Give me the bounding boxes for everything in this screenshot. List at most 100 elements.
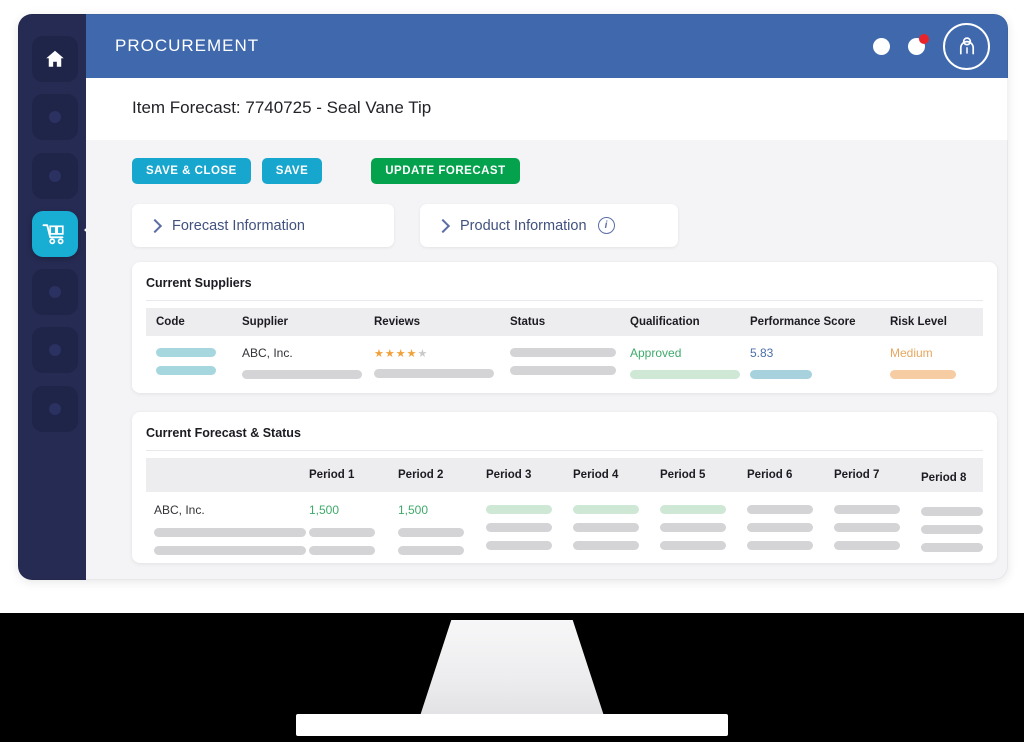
col-period-4: Period 4 — [573, 458, 660, 492]
placeholder-bar — [309, 546, 375, 555]
supplier-name: ABC, Inc. — [242, 346, 293, 360]
placeholder-bar — [834, 541, 900, 550]
placeholder-bar — [154, 546, 306, 555]
placeholder-bar — [309, 528, 375, 537]
star-icon: ★ — [395, 348, 407, 360]
page-title: Item Forecast: 7740725 - Seal Vane Tip — [132, 98, 432, 117]
placeholder-bar — [834, 523, 900, 532]
sidebar-item-home[interactable] — [32, 36, 78, 82]
cell-period-6 — [747, 492, 834, 555]
status-placeholder-bar — [510, 348, 616, 357]
supplier-placeholder-bar — [242, 370, 362, 379]
top-bar-actions — [873, 14, 990, 78]
update-forecast-button[interactable]: UPDATE FORECAST — [371, 158, 520, 184]
star-icon: ★ — [374, 348, 385, 360]
user-avatar-icon — [959, 37, 974, 55]
code-placeholder-bar — [156, 348, 216, 357]
current-suppliers-card: Current Suppliers Code Supplier Reviews — [132, 262, 997, 393]
avatar[interactable] — [943, 22, 990, 70]
performance-score-value: 5.83 — [750, 346, 774, 360]
period-3-placeholder-bar — [486, 505, 552, 514]
risk-placeholder-bar — [890, 370, 956, 379]
period-6-placeholder-bar — [747, 505, 813, 514]
page-header: Item Forecast: 7740725 - Seal Vane Tip — [86, 78, 1008, 140]
monitor-bezel-bottom — [0, 580, 1024, 613]
col-period-8: Period 8 — [921, 458, 983, 492]
current-forecast-title: Current Forecast & Status — [146, 426, 301, 440]
panel-forecast-information[interactable]: Forecast Information — [132, 204, 394, 247]
col-code: Code — [146, 308, 242, 336]
top-bar: PROCUREMENT — [86, 14, 1008, 78]
period-1-value: 1,500 — [309, 503, 340, 517]
placeholder-bar — [921, 525, 983, 534]
placeholder-bar — [747, 541, 813, 550]
sidebar — [18, 14, 86, 580]
col-period-3: Period 3 — [486, 458, 573, 492]
period-2-value: 1,500 — [398, 503, 429, 517]
col-period-1: Period 1 — [309, 458, 398, 492]
cell-code — [146, 336, 242, 379]
table-header-row: Code Supplier Reviews Status Qualificati… — [146, 308, 983, 336]
placeholder-bar — [573, 541, 639, 550]
placeholder-bar — [660, 541, 726, 550]
sidebar-item-7[interactable] — [32, 386, 78, 432]
star-icon: ★ — [384, 348, 396, 360]
col-supplier: Supplier — [242, 308, 374, 336]
panel-product-information[interactable]: Product Information i — [420, 204, 678, 247]
notification-badge — [919, 33, 929, 44]
panel-product-information-label: Product Information — [460, 217, 587, 234]
cell-status — [510, 336, 630, 379]
table-row[interactable]: ABC, Inc. ★★★★★ Approved 5.83 Medium — [146, 336, 983, 379]
placeholder-bar — [747, 523, 813, 532]
placeholder-bar — [486, 523, 552, 532]
cell-reviews: ★★★★★ — [374, 336, 510, 379]
col-period-7: Period 7 — [834, 458, 921, 492]
cell-period-5 — [660, 492, 747, 555]
placeholder-bar — [398, 546, 464, 555]
period-8-placeholder-bar — [921, 507, 983, 516]
monitor-stand-neck — [420, 620, 604, 716]
save-button[interactable]: SAVE — [261, 158, 323, 184]
qualification-placeholder-bar — [630, 370, 740, 379]
sidebar-item-3[interactable] — [32, 153, 78, 199]
apps-dot-icon[interactable] — [873, 37, 890, 55]
page-body: Item Forecast: 7740725 - Seal Vane Tip S… — [86, 78, 1008, 580]
period-4-placeholder-bar — [573, 505, 639, 514]
qualification-value: Approved — [630, 346, 682, 360]
code-placeholder-bar — [156, 366, 216, 375]
performance-placeholder-bar — [750, 370, 812, 379]
monitor-stand-base — [296, 714, 728, 736]
info-icon[interactable]: i — [597, 217, 615, 234]
star-icon-empty: ★ — [417, 348, 429, 360]
table-row[interactable]: ABC, Inc. 1,500 1,500 — [146, 492, 983, 555]
cell-forecast-supplier: ABC, Inc. — [146, 492, 309, 555]
placeholder-bar — [154, 528, 306, 537]
sidebar-item-6[interactable] — [32, 327, 78, 373]
table-header-row: Period 1 Period 2 Period 3 Period 4 Peri… — [146, 458, 983, 492]
col-status: Status — [510, 308, 630, 336]
placeholder-bar — [398, 528, 464, 537]
cell-risk-level: Medium — [890, 336, 983, 379]
placeholder-bar — [921, 543, 983, 552]
cell-period-2: 1,500 — [398, 492, 486, 555]
col-period-2: Period 2 — [398, 458, 486, 492]
screenshot-stage: PROCUREMENT Item Forecast: 7740725 - Sea… — [0, 0, 1024, 742]
risk-level-value: Medium — [890, 346, 933, 360]
cell-period-4 — [573, 492, 660, 555]
cell-period-3 — [486, 492, 573, 555]
cell-performance-score: 5.83 — [750, 336, 890, 379]
sidebar-item-5[interactable] — [32, 269, 78, 315]
sidebar-item-2[interactable] — [32, 94, 78, 140]
app-title: PROCUREMENT — [115, 36, 260, 55]
save-and-close-button[interactable]: SAVE & CLOSE — [132, 158, 251, 184]
status-placeholder-bar — [510, 366, 616, 375]
sidebar-item-procurement[interactable] — [32, 211, 78, 257]
chevron-right-icon — [147, 218, 163, 233]
star-rating: ★★★★★ — [374, 347, 510, 360]
home-icon — [46, 50, 64, 67]
notifications-dot-icon[interactable] — [908, 33, 929, 55]
col-qualification: Qualification — [630, 308, 750, 336]
reviews-placeholder-bar — [374, 369, 494, 378]
col-period-5: Period 5 — [660, 458, 747, 492]
placeholder-bar — [573, 523, 639, 532]
